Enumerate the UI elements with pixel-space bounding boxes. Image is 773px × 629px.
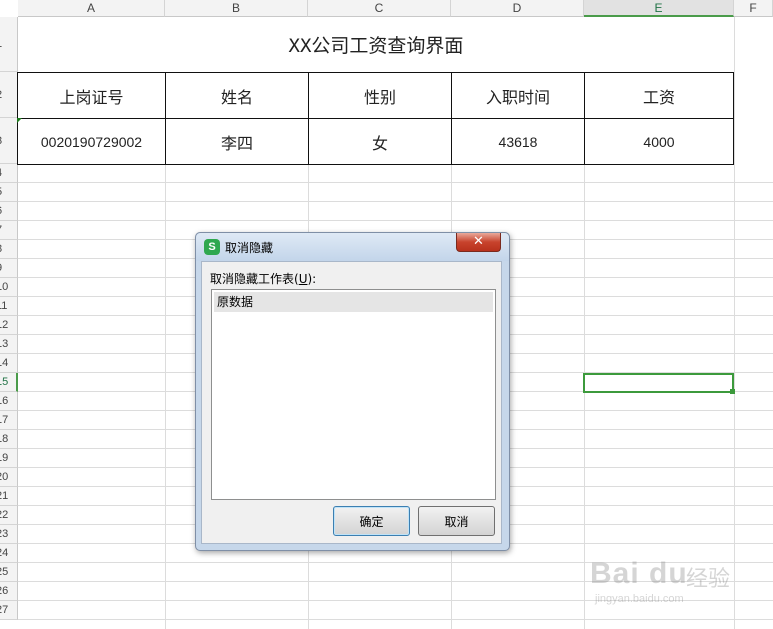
row-header-4[interactable]: 4 — [0, 164, 18, 183]
row-header-21[interactable]: 21 — [0, 487, 18, 506]
row-header-18[interactable]: 18 — [0, 430, 18, 449]
column-header-e[interactable]: E — [584, 0, 734, 17]
cell-indicator-triangle — [17, 118, 22, 123]
wps-app-icon: S — [204, 239, 220, 255]
dialog-title: 取消隐藏 — [225, 241, 274, 255]
column-header-d[interactable]: D — [451, 0, 584, 17]
unhide-dialog: S 取消隐藏 ✕ 取消隐藏工作表(U): 原数据 确定 取消 — [195, 232, 510, 551]
header-cell-id[interactable]: 上岗证号 — [17, 72, 166, 119]
row-header-22[interactable]: 22 — [0, 506, 18, 525]
row-header-10[interactable]: 10 — [0, 278, 18, 297]
row-header-7[interactable]: 7 — [0, 221, 18, 240]
row-header-19[interactable]: 19 — [0, 449, 18, 468]
hidden-sheet-list[interactable]: 原数据 — [211, 289, 496, 500]
row-header-12[interactable]: 12 — [0, 316, 18, 335]
row-header-16[interactable]: 16 — [0, 392, 18, 411]
row-header-25[interactable]: 25 — [0, 563, 18, 582]
row-header-24[interactable]: 24 — [0, 544, 18, 563]
column-header-b[interactable]: B — [165, 0, 308, 17]
dialog-body: 取消隐藏工作表(U): 原数据 确定 取消 — [201, 261, 502, 544]
watermark-text: 经验 — [686, 566, 731, 591]
row-header-27[interactable]: 27 — [0, 601, 18, 620]
report-title[interactable]: XX公司工资查询界面 — [18, 17, 734, 72]
fill-handle[interactable] — [730, 389, 735, 394]
close-icon: ✕ — [473, 234, 484, 249]
row-header-15[interactable]: 15 — [0, 373, 18, 392]
header-cell-hire-date[interactable]: 入职时间 — [451, 72, 585, 119]
row-header-2[interactable]: 2 — [0, 72, 18, 118]
close-button[interactable]: ✕ — [456, 233, 501, 252]
row-header-20[interactable]: 20 — [0, 468, 18, 487]
column-header-f[interactable]: F — [734, 0, 773, 17]
data-cell-gender[interactable]: 女 — [308, 118, 452, 165]
baidu-watermark: Bai du 经验 jingyan.baidu.com — [590, 545, 750, 615]
dialog-titlebar[interactable]: S 取消隐藏 ✕ — [196, 233, 509, 261]
data-cell-name[interactable]: 李四 — [165, 118, 309, 165]
row-header-1[interactable]: 1 — [0, 17, 18, 72]
row-header-5[interactable]: 5 — [0, 183, 18, 202]
ok-button[interactable]: 确定 — [333, 506, 410, 536]
cancel-button[interactable]: 取消 — [418, 506, 495, 536]
column-header-c[interactable]: C — [308, 0, 451, 17]
row-header-17[interactable]: 17 — [0, 411, 18, 430]
row-header-6[interactable]: 6 — [0, 202, 18, 221]
column-header-a[interactable]: A — [18, 0, 165, 17]
header-cell-salary[interactable]: 工资 — [584, 72, 734, 119]
data-cell-hire-date[interactable]: 43618 — [451, 118, 585, 165]
selected-cell[interactable] — [583, 373, 734, 393]
row-header-13[interactable]: 13 — [0, 335, 18, 354]
watermark-logo: Bai du — [590, 557, 688, 590]
sheet-list-label: 取消隐藏工作表(U): — [210, 272, 317, 286]
row-header-26[interactable]: 26 — [0, 582, 18, 601]
row-header-3[interactable]: 3 — [0, 118, 18, 164]
watermark-url: jingyan.baidu.com — [595, 593, 684, 605]
row-header-23[interactable]: 23 — [0, 525, 18, 544]
data-cell-salary[interactable]: 4000 — [584, 118, 734, 165]
header-cell-gender[interactable]: 性别 — [308, 72, 452, 119]
row-header-11[interactable]: 11 — [0, 297, 18, 316]
data-cell-id[interactable]: 0020190729002 — [17, 118, 166, 165]
header-cell-name[interactable]: 姓名 — [165, 72, 309, 119]
row-header-9[interactable]: 9 — [0, 259, 18, 278]
row-header-14[interactable]: 14 — [0, 354, 18, 373]
row-header-8[interactable]: 8 — [0, 240, 18, 259]
list-item[interactable]: 原数据 — [214, 292, 493, 312]
